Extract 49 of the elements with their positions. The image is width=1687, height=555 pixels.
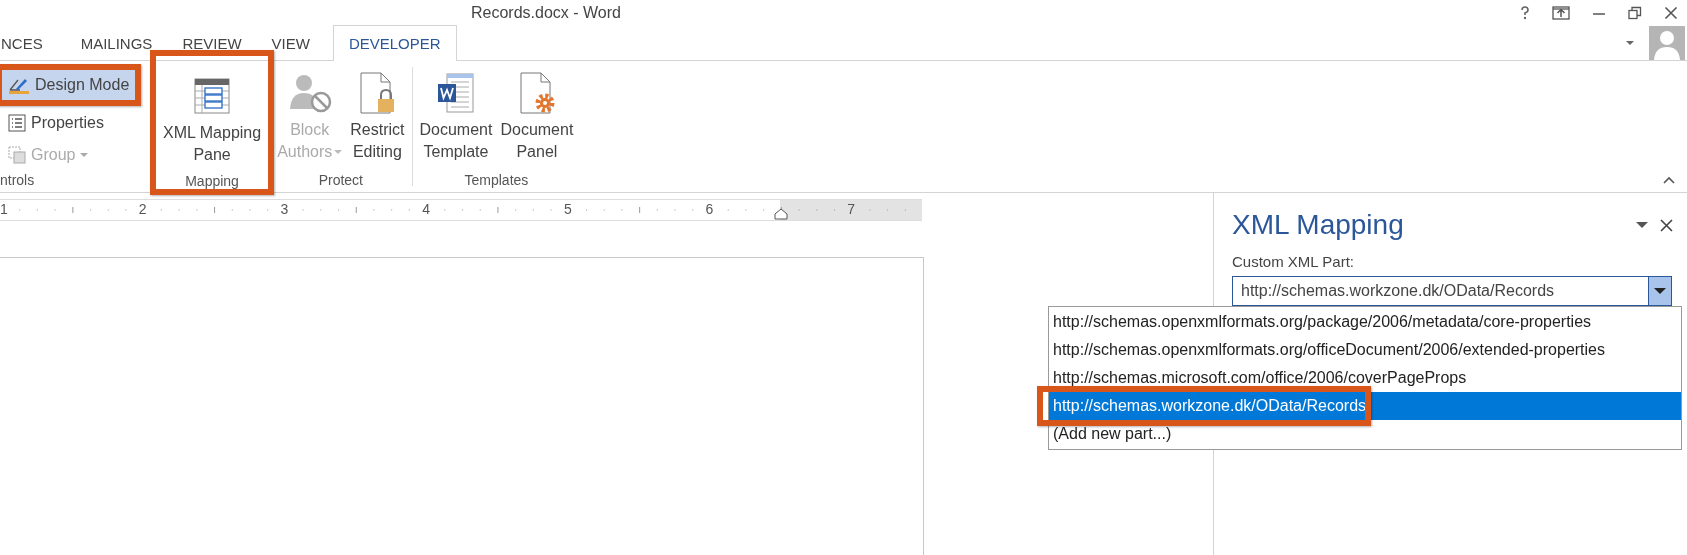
close-icon[interactable]: [1664, 5, 1678, 20]
help-icon[interactable]: [1520, 5, 1530, 20]
caret-icon: [80, 152, 89, 158]
ribbon-tab[interactable]: MAILINGS: [65, 25, 168, 60]
dropdown-option[interactable]: http://schemas.microsoft.com/office/2006/coverPageProps: [1049, 364, 1681, 392]
ribbon-button[interactable]: Restrict Editing: [347, 67, 408, 172]
group-label: ntrols: [0, 172, 35, 188]
ribbon-button[interactable]: XML Mapping Pane: [160, 70, 265, 173]
restore-icon[interactable]: [1628, 5, 1642, 20]
ribbon-tab[interactable]: REVIEW: [167, 25, 257, 60]
collapse-icon[interactable]: [1663, 176, 1675, 184]
person-blocked-icon: [287, 73, 332, 113]
ribbon-tab[interactable]: NCES: [0, 25, 66, 60]
ribbon-tab[interactable]: DEVELOPER: [332, 25, 457, 61]
list-icon: [8, 114, 26, 132]
ribbon-button[interactable]: Document Template: [416, 67, 496, 172]
indent-marker-icon[interactable]: [774, 208, 788, 220]
dropdown-field[interactable]: http://schemas.workzone.dk/OData/Records: [1232, 276, 1672, 306]
ribbon-button[interactable]: Properties: [2, 108, 110, 138]
table-icon: [192, 76, 233, 116]
group-icon: [8, 146, 26, 164]
group-label: Templates: [464, 172, 529, 188]
dropdown-option[interactable]: http://schemas.openxmlformats.org/officeDocument/2006/extended-properties: [1049, 336, 1681, 364]
ruler-number: 4: [421, 201, 431, 217]
ruler-number: 5: [562, 201, 573, 217]
caret-icon[interactable]: [1636, 221, 1648, 229]
word-document-icon: [435, 71, 476, 115]
close-icon[interactable]: [1660, 218, 1673, 232]
ruler-number: 7: [846, 201, 857, 217]
ruler-pencil-icon: [8, 76, 30, 94]
ruler-number: 6: [704, 201, 715, 217]
ruler-number: 2: [137, 201, 148, 217]
ruler-number: 3: [279, 201, 290, 217]
ribbon-tab[interactable]: VIEW: [256, 25, 325, 60]
pane-title: XML Mapping: [1232, 209, 1404, 241]
group-label: Protect: [318, 172, 363, 188]
window-title: Records.docx - Word: [471, 3, 621, 22]
dropdown-option[interactable]: (Add new part...): [1049, 420, 1681, 448]
ribbon-button[interactable]: Design Mode: [2, 70, 136, 100]
group-label: Mapping: [185, 173, 239, 189]
dropdown-option[interactable]: http://schemas.openxmlformats.org/package/2006/metadata/core-properties: [1049, 308, 1681, 336]
dropdown-option[interactable]: http://schemas.workzone.dk/OData/Records: [1049, 392, 1681, 420]
caret-icon[interactable]: [1625, 40, 1635, 46]
caret-icon: [1654, 287, 1666, 295]
field-label: Custom XML Part:: [1232, 253, 1355, 270]
caret-icon: [334, 150, 343, 156]
ribbon-button[interactable]: Document Panel: [497, 67, 577, 172]
ribbon-display-icon[interactable]: [1552, 5, 1570, 20]
ruler-number: 1: [0, 201, 9, 217]
